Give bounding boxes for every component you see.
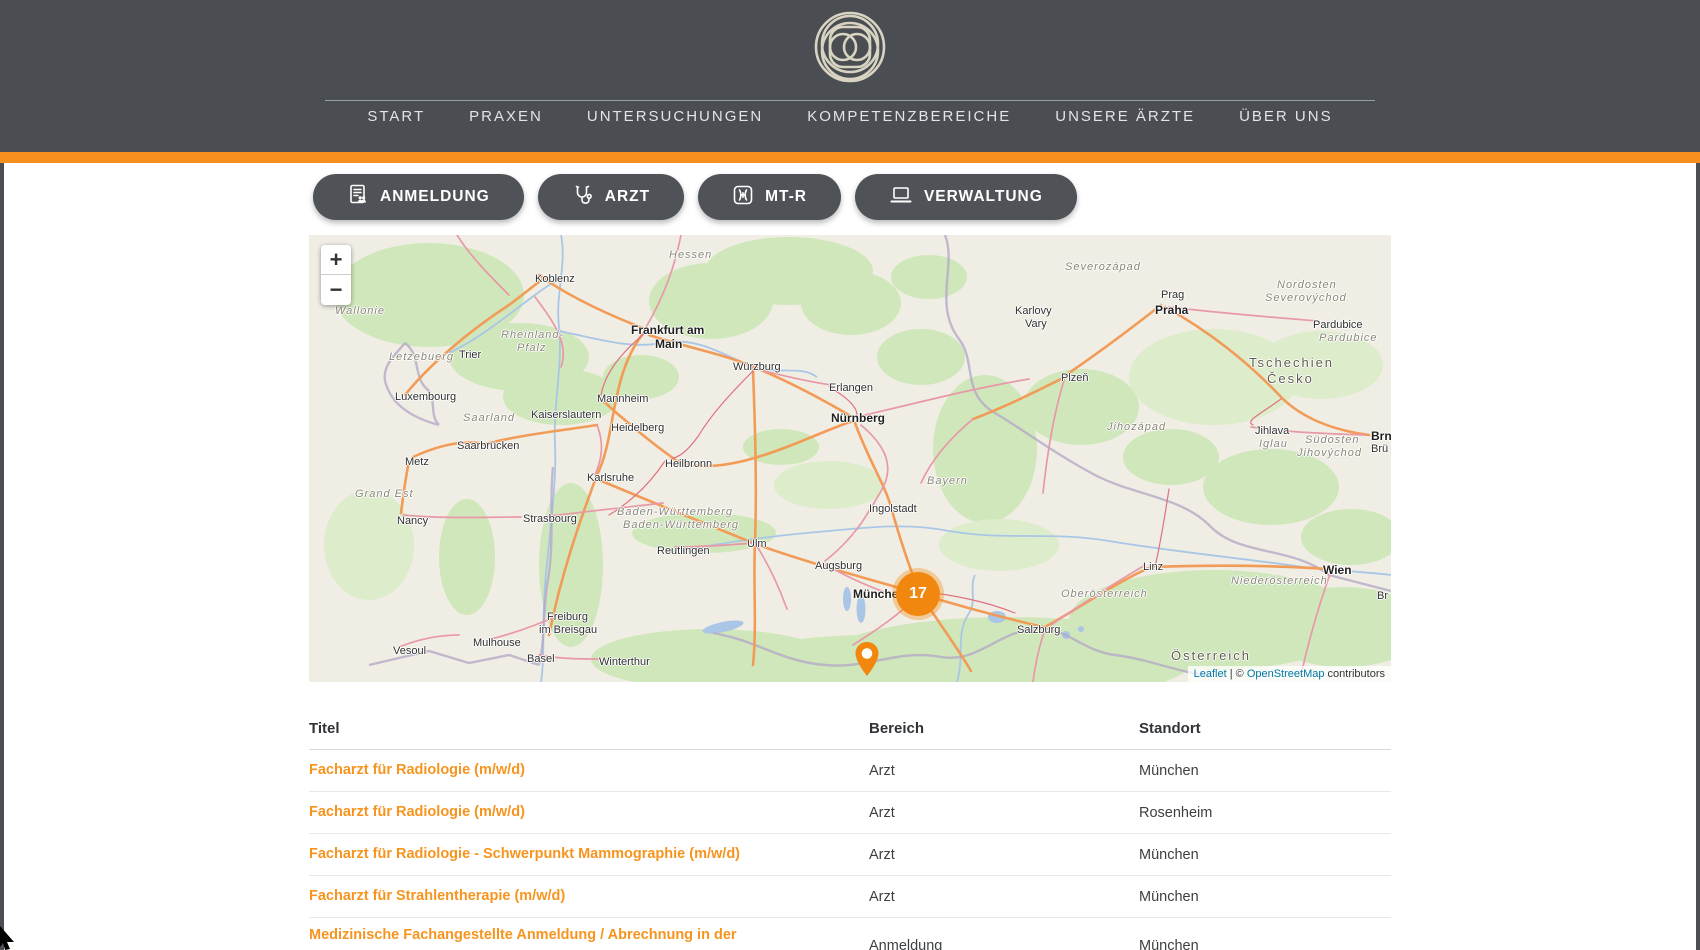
- job-standort-cell: München: [1139, 763, 1391, 779]
- main-nav: START PRAXEN UNTERSUCHUNGEN KOMPETENZBEREIC…: [0, 108, 1700, 125]
- map-tiles: [309, 235, 1391, 682]
- filter-label: VERWALTUNG: [924, 188, 1043, 206]
- job-bereich-cell: Arzt: [869, 847, 1139, 863]
- filter-label: MT-R: [765, 188, 807, 206]
- site-header: START PRAXEN UNTERSUCHUNGEN KOMPETENZBEREIC…: [0, 0, 1700, 152]
- stethoscope-icon: [572, 184, 594, 211]
- jobs-table-body: Facharzt für Radiologie (m/w/d)ArztMünch…: [309, 750, 1391, 950]
- laptop-icon: [889, 184, 913, 211]
- job-bereich-cell: Arzt: [869, 763, 1139, 779]
- job-title-link[interactable]: Medizinische Fachangestellte Anmeldung /…: [309, 918, 869, 950]
- filter-verwaltung-button[interactable]: VERWALTUNG: [855, 174, 1077, 220]
- job-standort-cell: Rosenheim: [1139, 805, 1391, 821]
- map-attribution: Leaflet | © OpenStreetMap contributors: [1188, 666, 1391, 682]
- table-row: Facharzt für Radiologie (m/w/d)ArztMünch…: [309, 750, 1391, 792]
- attribution-suffix: contributors: [1324, 668, 1385, 680]
- filter-anmeldung-button[interactable]: ANMELDUNG: [313, 174, 524, 220]
- leaflet-map[interactable]: WallonieHessenKoblenzSeverozápadNordoste…: [309, 235, 1391, 682]
- job-bereich-cell: Arzt: [869, 805, 1139, 821]
- map-zoom-control: + −: [321, 245, 351, 305]
- job-title-link[interactable]: Facharzt für Radiologie (m/w/d): [309, 753, 869, 787]
- zoom-in-button[interactable]: +: [321, 245, 351, 275]
- column-header-standort: Standort: [1139, 720, 1391, 737]
- table-row: Medizinische Fachangestellte Anmeldung /…: [309, 918, 1391, 950]
- job-title-link[interactable]: Facharzt für Strahlentherapie (m/w/d): [309, 879, 869, 913]
- filter-arzt-button[interactable]: ARZT: [538, 174, 684, 220]
- filter-label: ARZT: [605, 188, 650, 206]
- openstreetmap-link[interactable]: OpenStreetMap: [1247, 668, 1325, 680]
- concentric-circles-logo-icon: [812, 8, 888, 86]
- registration-form-icon: [347, 184, 369, 211]
- right-edge-strip: [1696, 163, 1700, 950]
- nav-item-untersuchungen[interactable]: UNTERSUCHUNGEN: [587, 108, 763, 125]
- accent-bar: [0, 152, 1700, 163]
- attribution-separator: | ©: [1227, 668, 1247, 680]
- filter-label: ANMELDUNG: [380, 188, 490, 206]
- filter-button-row: ANMELDUNG ARZT MT-R: [309, 174, 1391, 220]
- table-row: Facharzt für Strahlentherapie (m/w/d)Arz…: [309, 876, 1391, 918]
- job-title-link[interactable]: Facharzt für Radiologie - Schwerpunkt Ma…: [309, 837, 869, 871]
- job-standort-cell: München: [1139, 847, 1391, 863]
- nav-item-praxen[interactable]: PRAXEN: [469, 108, 543, 125]
- zoom-out-button[interactable]: −: [321, 275, 351, 305]
- nav-item--ber-uns[interactable]: ÜBER UNS: [1239, 108, 1333, 125]
- job-standort-cell: München: [1139, 889, 1391, 905]
- table-row: Facharzt für Radiologie (m/w/d)ArztRosen…: [309, 792, 1391, 834]
- job-bereich-cell: Anmeldung: [869, 938, 1139, 950]
- filter-mtr-button[interactable]: MT-R: [698, 174, 841, 220]
- table-row: Facharzt für Radiologie - Schwerpunkt Ma…: [309, 834, 1391, 876]
- mouse-cursor: [0, 926, 16, 950]
- job-standort-cell: München: [1139, 938, 1391, 950]
- nav-item-start[interactable]: START: [367, 108, 425, 125]
- marker-cluster[interactable]: 17: [896, 572, 940, 616]
- nav-separator-line: [325, 100, 1375, 101]
- job-bereich-cell: Arzt: [869, 889, 1139, 905]
- leaflet-link[interactable]: Leaflet: [1194, 668, 1227, 680]
- nav-item-unsere-rzte[interactable]: UNSERE ÄRZTE: [1055, 108, 1195, 125]
- job-title-link[interactable]: Facharzt für Radiologie (m/w/d): [309, 795, 869, 829]
- map-pin-icon[interactable]: [854, 641, 880, 677]
- column-header-titel: Titel: [309, 720, 869, 737]
- left-edge-strip: [0, 163, 4, 950]
- xray-scanner-icon: [732, 184, 754, 211]
- jobs-table-header: Titel Bereich Standort: [309, 708, 1391, 750]
- nav-item-kompetenzbereiche[interactable]: KOMPETENZBEREICHE: [807, 108, 1011, 125]
- jobs-table: Titel Bereich Standort Facharzt für Radi…: [309, 708, 1391, 950]
- column-header-bereich: Bereich: [869, 720, 1139, 737]
